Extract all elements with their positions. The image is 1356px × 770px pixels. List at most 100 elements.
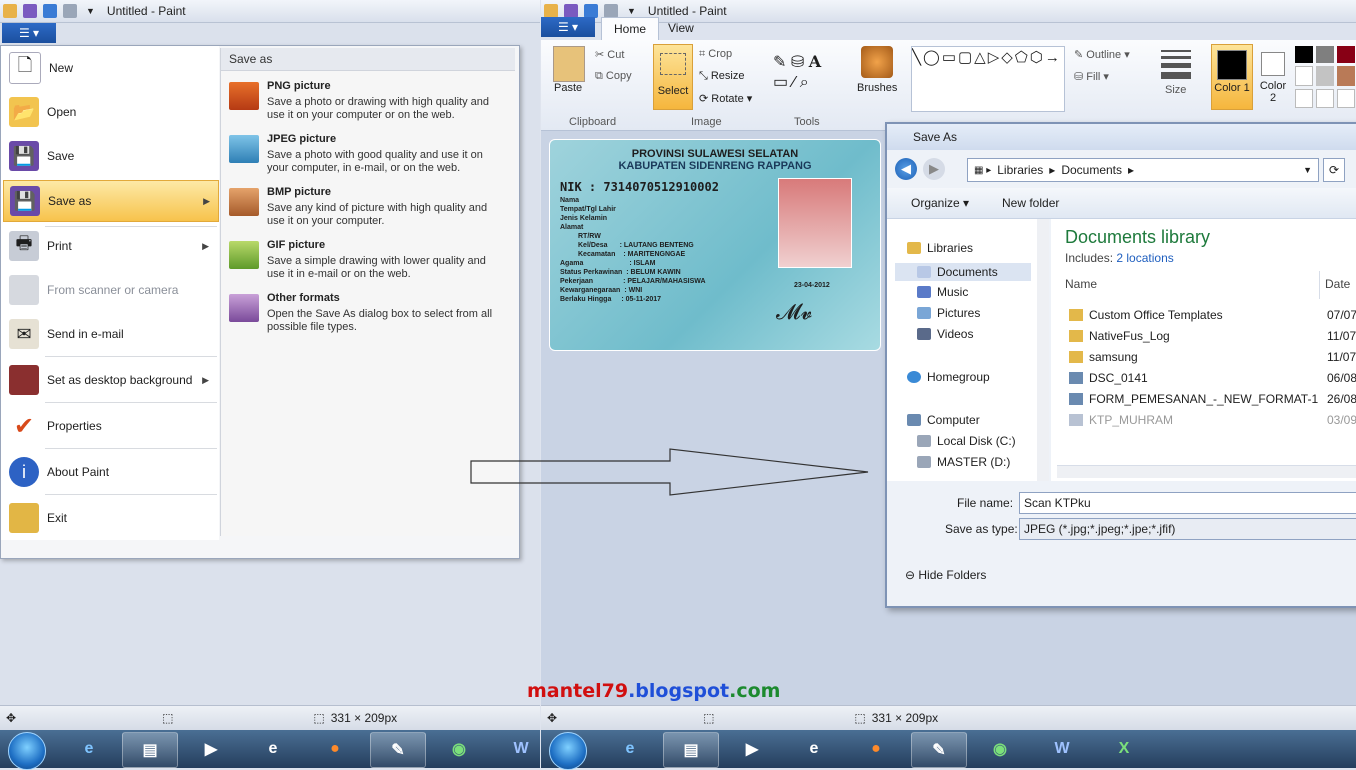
nav-local-disk[interactable]: Local Disk (C:) <box>917 434 1016 448</box>
id-card-image[interactable]: PROVINSI SULAWESI SELATAN KABUPATEN SIDE… <box>549 139 881 351</box>
word-icon[interactable]: W <box>1035 732 1089 766</box>
column-name-header[interactable]: Name <box>1065 277 1097 291</box>
nav-music[interactable]: Music <box>917 285 968 299</box>
new-folder-button[interactable]: New folder <box>1002 196 1059 210</box>
outline-button[interactable]: ✎ Outline ▾ <box>1074 48 1130 61</box>
nav-pictures[interactable]: Pictures <box>917 306 980 320</box>
color-picker-icon[interactable]: ⁄ <box>793 74 796 91</box>
paste-button[interactable]: Paste <box>554 82 582 94</box>
shapes-gallery[interactable]: ╲◯▭▢△▷◇⬠⬡→←↑↓✦☆✧▭▢◯♡⚡ <box>911 46 1065 112</box>
text-tool-icon[interactable]: A <box>809 52 821 71</box>
pencil-icon[interactable]: ✎ <box>773 54 786 71</box>
color-palette[interactable] <box>1295 46 1356 108</box>
ie-icon[interactable]: e <box>603 732 657 766</box>
email-client-icon[interactable]: e <box>787 732 841 766</box>
tab-view[interactable]: View <box>656 17 706 39</box>
swatch-empty[interactable] <box>1337 88 1355 108</box>
save-type-select[interactable]: JPEG (*.jpg;*.jpeg;*.jpe;*.jfif) <box>1019 518 1356 540</box>
copy-button[interactable]: ⧉ Copy <box>595 70 632 83</box>
firefox-icon[interactable]: ● <box>308 732 362 766</box>
paint-taskbar-icon[interactable]: ✎ <box>370 732 426 768</box>
file-name-input[interactable]: Scan KTPku <box>1019 492 1356 514</box>
explorer-icon[interactable]: ▤ <box>663 732 719 768</box>
save-gif-option[interactable]: GIF picture Save a simple drawing with l… <box>227 237 507 287</box>
email-client-icon[interactable]: e <box>246 732 300 766</box>
breadcrumb-libraries[interactable]: Libraries <box>997 163 1043 177</box>
redo-icon[interactable] <box>604 4 618 18</box>
nav-homegroup[interactable]: Homegroup <box>907 370 990 384</box>
undo-icon[interactable] <box>43 4 57 18</box>
column-date-header[interactable]: Date <box>1325 277 1350 291</box>
select-button[interactable]: Select <box>653 44 693 110</box>
rotate-button[interactable]: ⟳ Rotate ▾ <box>699 92 752 105</box>
qa-dropdown-icon[interactable]: ▼ <box>86 6 95 16</box>
magnifier-icon[interactable]: ⌕ <box>800 74 809 91</box>
file-menu-button[interactable]: ☰ ▾ <box>2 23 56 43</box>
save-quick-icon[interactable] <box>564 4 578 18</box>
explorer-icon[interactable]: ▤ <box>122 732 178 768</box>
refresh-icon[interactable]: ⟳ <box>1323 158 1345 182</box>
save-bmp-option[interactable]: BMP picture Save any kind of picture wit… <box>227 184 507 234</box>
media-player-icon[interactable]: ▶ <box>184 732 238 766</box>
swatch-darkred[interactable] <box>1337 46 1355 64</box>
forward-arrow-icon[interactable]: ▶ <box>923 158 945 180</box>
paint-taskbar-icon[interactable]: ✎ <box>911 732 967 768</box>
file-row[interactable]: NativeFus_Log 11/07 <box>1069 326 1356 346</box>
menu-open[interactable]: 📂 Open <box>3 92 217 132</box>
menu-save-as[interactable]: 💾 Save as ▶ <box>3 180 219 222</box>
media-player-icon[interactable]: ▶ <box>725 732 779 766</box>
address-dropdown-icon[interactable]: ▼ <box>1303 165 1312 175</box>
color2-button[interactable]: Color 2 <box>1257 44 1289 108</box>
fill-button[interactable]: ⛁ Fill ▾ <box>1074 70 1109 83</box>
download-manager-icon[interactable]: ◉ <box>432 732 486 766</box>
address-bar[interactable]: ▦ ▸ Libraries ▸ Documents ▸ ▼ <box>967 158 1319 182</box>
nav-computer[interactable]: Computer <box>907 413 980 427</box>
color1-button[interactable]: Color 1 <box>1211 44 1253 110</box>
nav-documents[interactable]: Documents <box>895 263 1031 281</box>
file-menu-button[interactable]: ☰ ▾ <box>541 17 595 37</box>
redo-icon[interactable] <box>63 4 77 18</box>
menu-desktop-background[interactable]: Set as desktop background ▶ <box>3 360 217 400</box>
fill-bucket-icon[interactable]: ⛁ <box>791 54 804 71</box>
menu-new[interactable]: 🗋 New <box>3 48 217 88</box>
file-row[interactable]: Custom Office Templates 07/07 <box>1069 305 1356 325</box>
back-arrow-icon[interactable]: ◀ <box>895 158 917 180</box>
breadcrumb-documents[interactable]: Documents <box>1061 163 1122 177</box>
eraser-icon[interactable]: ▭ <box>773 74 788 91</box>
resize-button[interactable]: ⤡ Resize <box>699 70 744 83</box>
menu-exit[interactable]: Exit <box>3 498 217 538</box>
swatch-black[interactable] <box>1295 46 1313 64</box>
undo-icon[interactable] <box>584 4 598 18</box>
swatch-empty[interactable] <box>1295 88 1313 108</box>
save-quick-icon[interactable] <box>23 4 37 18</box>
menu-properties[interactable]: ✔ Properties <box>3 406 217 446</box>
horizontal-scrollbar[interactable] <box>1057 465 1356 478</box>
swatch-gray[interactable] <box>1316 46 1334 64</box>
nav-master-drive[interactable]: MASTER (D:) <box>917 455 1010 469</box>
menu-save[interactable]: 💾 Save <box>3 136 217 176</box>
menu-email[interactable]: ✉ Send in e-mail <box>3 314 217 354</box>
locations-link[interactable]: 2 locations <box>1116 251 1173 265</box>
swatch-empty[interactable] <box>1316 88 1334 108</box>
download-manager-icon[interactable]: ◉ <box>973 732 1027 766</box>
word-icon[interactable]: W <box>494 732 548 766</box>
start-button[interactable] <box>8 732 46 770</box>
save-png-option[interactable]: PNG picture Save a photo or drawing with… <box>227 78 507 128</box>
file-row[interactable]: DSC_0141 06/08 <box>1069 368 1356 388</box>
menu-print[interactable]: 🖶 Print ▶ <box>3 226 217 266</box>
start-button[interactable] <box>549 732 587 770</box>
brushes-button[interactable]: Brushes <box>857 82 897 94</box>
size-button[interactable]: Size <box>1165 84 1186 96</box>
nav-scrollbar[interactable] <box>1037 219 1049 481</box>
menu-about[interactable]: i About Paint <box>3 452 217 492</box>
file-row[interactable]: KTP_MUHRAM 03/09 <box>1069 410 1356 430</box>
swatch-lightgray[interactable] <box>1316 66 1334 86</box>
nav-videos[interactable]: Videos <box>917 327 973 341</box>
swatch-brown[interactable] <box>1337 66 1355 86</box>
hide-folders-button[interactable]: ⊖ Hide Folders <box>905 568 986 582</box>
qa-dropdown-icon[interactable]: ▼ <box>627 6 636 16</box>
organize-button[interactable]: Organize ▾ <box>911 196 969 210</box>
ie-icon[interactable]: e <box>62 732 116 766</box>
tab-home[interactable]: Home <box>601 17 660 40</box>
save-jpeg-option[interactable]: JPEG picture Save a photo with good qual… <box>227 131 507 181</box>
